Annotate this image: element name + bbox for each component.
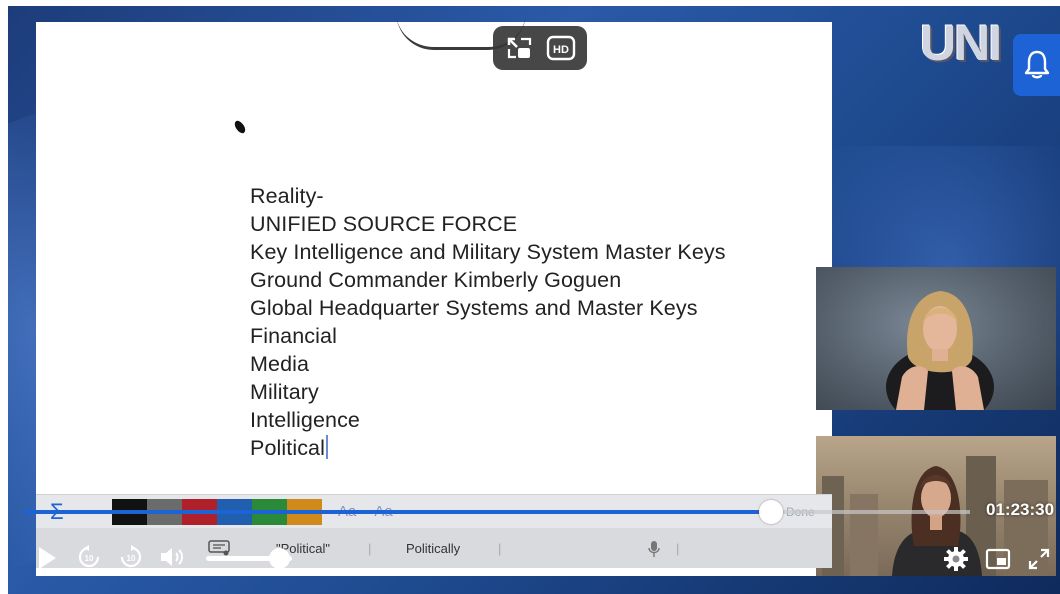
miniplayer-icon	[985, 548, 1011, 570]
doc-line-text: Political	[250, 436, 325, 460]
doc-line: Reality-	[250, 184, 324, 208]
svg-text:10: 10	[85, 554, 94, 563]
microphone-icon[interactable]	[648, 540, 660, 558]
suggestion-divider: |	[676, 541, 680, 556]
settings-icon	[944, 547, 968, 571]
doc-line: Financial	[250, 324, 337, 348]
settings-button[interactable]	[942, 545, 970, 573]
volume-button[interactable]	[158, 544, 188, 570]
presenter-figure	[886, 291, 994, 410]
text-caret	[326, 435, 328, 459]
miniplayer-button[interactable]	[984, 546, 1012, 572]
time-display: 01:23:30	[986, 500, 1055, 519]
hd-icon: HD	[546, 35, 575, 61]
suggestion-divider: |	[368, 541, 372, 556]
pen-mark	[232, 118, 248, 136]
suggestion-item[interactable]: Politically	[406, 541, 460, 556]
doc-line: Media	[250, 352, 310, 376]
hd-button[interactable]: HD	[544, 33, 578, 63]
document-slide: Reality- UNIFIED SOURCE FORCE Key Intell…	[36, 22, 832, 576]
rewind-10-icon: 10	[78, 545, 100, 568]
overlay-controls: HD	[493, 26, 587, 70]
doc-line: Intelligence	[250, 408, 360, 432]
doc-line: UNIFIED SOURCE FORCE	[250, 212, 518, 236]
forward-10-icon: 10	[120, 545, 142, 568]
doc-line: Ground Commander Kimberly Goguen	[250, 268, 622, 292]
svg-text:10: 10	[127, 554, 136, 563]
doc-line: Global Headquarter Systems and Master Ke…	[250, 296, 698, 320]
hd-label: HD	[553, 44, 569, 56]
progress-track[interactable]	[24, 510, 970, 514]
volume-knob[interactable]	[269, 548, 291, 569]
progress-fill	[24, 510, 772, 514]
volume-icon	[161, 548, 183, 566]
play-button[interactable]	[34, 544, 60, 572]
exit-pip-icon	[507, 37, 531, 59]
suggestion-divider: |	[498, 541, 502, 556]
doc-line: Key Intelligence and Military System Mas…	[250, 240, 726, 264]
document-text: Reality- UNIFIED SOURCE FORCE Key Intell…	[250, 182, 726, 462]
keyboard-hide-icon[interactable]	[208, 540, 230, 556]
fullscreen-icon	[1028, 548, 1050, 570]
bell-icon	[1024, 50, 1049, 79]
doc-line-last: Political	[250, 434, 726, 462]
notification-button[interactable]	[1013, 34, 1060, 96]
forward-10-button[interactable]: 10	[118, 544, 144, 570]
presenter-camera	[816, 267, 1056, 410]
fullscreen-button[interactable]	[1026, 546, 1052, 572]
rewind-10-button[interactable]: 10	[76, 544, 102, 570]
suggestion-bar: "Political" | Politically | |	[36, 528, 832, 568]
play-icon	[39, 547, 56, 569]
exit-pip-button[interactable]	[503, 33, 537, 63]
doc-line: Military	[250, 380, 319, 404]
